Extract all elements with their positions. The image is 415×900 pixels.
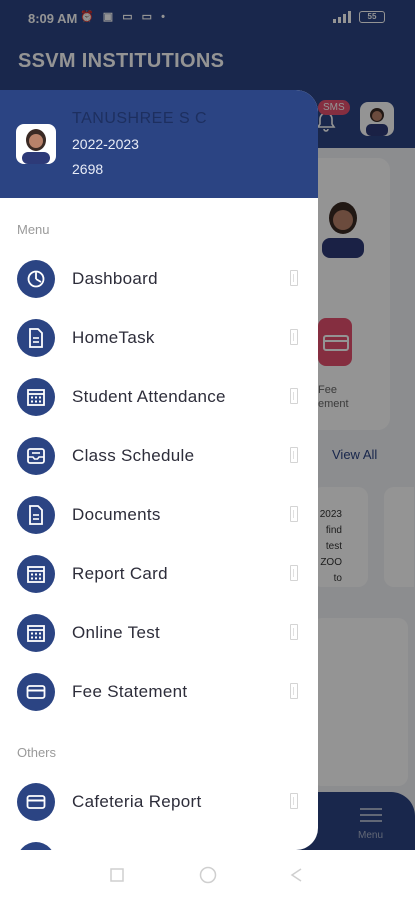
drawer-avatar	[16, 124, 56, 164]
menu-item-partial[interactable]	[0, 834, 318, 850]
menu-item-label: Dashboard	[72, 269, 158, 288]
trailing-icon	[290, 565, 298, 581]
trailing-icon	[290, 447, 298, 463]
menu-item-report-card[interactable]: Report Card	[0, 547, 318, 601]
menu-item-class-schedule[interactable]: Class Schedule	[0, 429, 318, 483]
dashboard-icon	[17, 260, 55, 298]
student-id: 2698	[72, 161, 104, 177]
menu-item-dashboard[interactable]: Dashboard	[0, 252, 318, 306]
trailing-icon	[290, 683, 298, 699]
back-icon[interactable]	[290, 868, 304, 882]
menu-item-label: Online Test	[72, 623, 161, 642]
menu-item-label: Cafeteria Report	[72, 792, 202, 811]
trailing-icon	[290, 624, 298, 640]
trailing-icon	[290, 329, 298, 345]
menu-item-cafeteria-report[interactable]: Cafeteria Report	[0, 775, 318, 829]
menu-item-label: Class Schedule	[72, 446, 195, 465]
menu-item-fee-statement[interactable]: Fee Statement	[0, 665, 318, 719]
calendar-icon	[17, 378, 55, 416]
menu-item-online-test[interactable]: Online Test	[0, 606, 318, 660]
menu-item-partial-icon	[17, 842, 55, 850]
menu-item-documents[interactable]: Documents	[0, 488, 318, 542]
trailing-icon	[290, 388, 298, 404]
menu-item-label: HomeTask	[72, 328, 155, 347]
calendar-icon	[17, 614, 55, 652]
card-icon	[17, 673, 55, 711]
system-navigation-bar	[0, 850, 415, 900]
document-icon	[17, 496, 55, 534]
menu-item-label: Report Card	[72, 564, 168, 583]
menu-item-label: Documents	[72, 505, 161, 524]
menu-section-label: Menu	[17, 222, 50, 237]
card-icon	[17, 783, 55, 821]
calendar-icon	[17, 555, 55, 593]
trailing-icon	[290, 270, 298, 286]
document-icon	[17, 319, 55, 357]
menu-item-label: Student Attendance	[72, 387, 226, 406]
inbox-icon	[17, 437, 55, 475]
trailing-icon	[290, 793, 298, 809]
academic-year: 2022-2023	[72, 136, 139, 152]
home-icon[interactable]	[199, 866, 217, 884]
others-section-label: Others	[17, 745, 57, 760]
menu-item-label: Fee Statement	[72, 682, 188, 701]
trailing-icon	[290, 506, 298, 522]
student-name: TANUSHREE S C	[72, 110, 208, 127]
navigation-drawer: TANUSHREE S C 2022-2023 2698 Menu Dashbo…	[0, 90, 318, 850]
menu-item-hometask[interactable]: HomeTask	[0, 311, 318, 365]
drawer-header: TANUSHREE S C 2022-2023 2698	[0, 90, 318, 198]
recents-icon[interactable]	[110, 868, 124, 882]
menu-item-student-attendance[interactable]: Student Attendance	[0, 370, 318, 424]
